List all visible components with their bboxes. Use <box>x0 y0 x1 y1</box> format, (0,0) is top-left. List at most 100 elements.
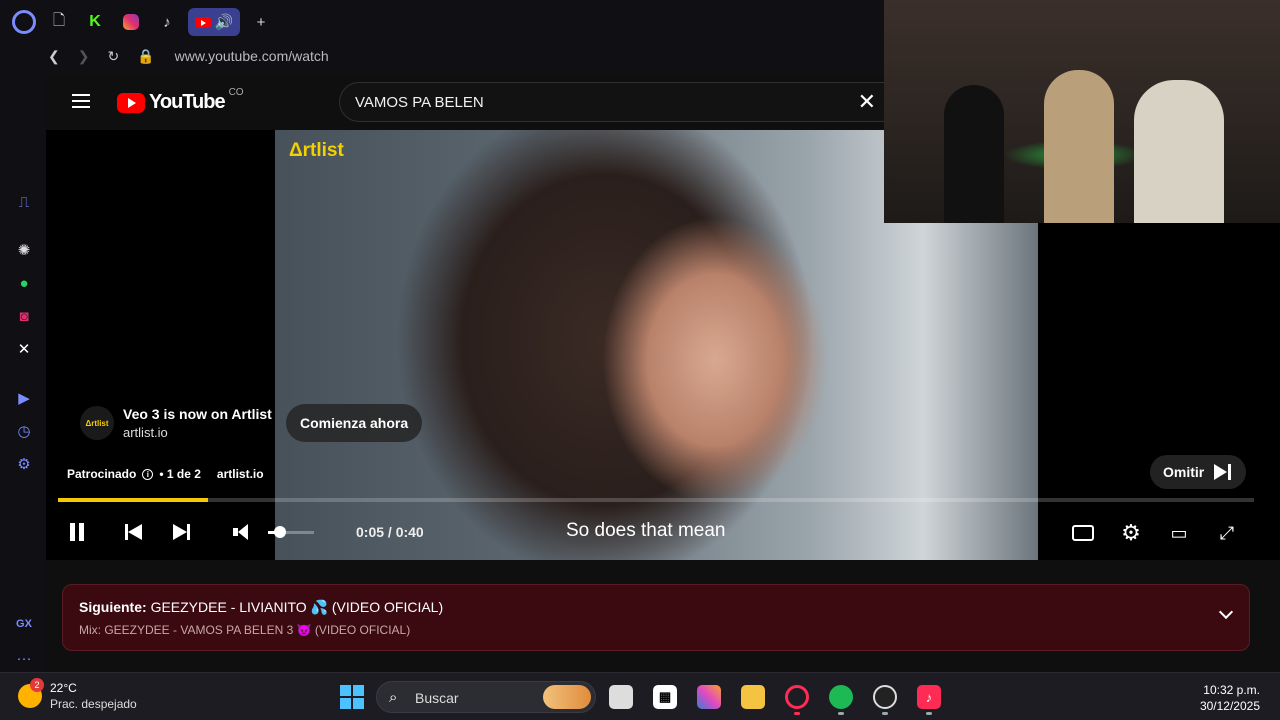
tiktok-icon[interactable]: ♪ <box>917 685 941 709</box>
opera-sidebar: ⎍ ✺ ● ◙ ✕ ▶ ◷ ⚙ GX ··· <box>0 0 48 672</box>
pause-button[interactable] <box>68 518 86 546</box>
tab-tiktok[interactable]: ♪ <box>152 8 182 36</box>
back-icon[interactable]: ❮ <box>48 48 60 65</box>
ad-meta: Patrocinado i • 1 de 2 artlist.io <box>67 467 264 481</box>
ad-cta-button[interactable]: Comienza ahora <box>286 404 423 442</box>
weather-icon: 2 <box>18 678 44 708</box>
tab-bar: 🗋 K ♪ 🔊 + <box>44 8 276 36</box>
history-icon[interactable]: ◷ <box>14 421 34 441</box>
ad-meta-domain[interactable]: artlist.io <box>217 467 264 481</box>
address-bar: ❮ ❯ ↻ 🔒 www.youtube.com/watch <box>48 44 329 68</box>
up-next-video: GEEZYDEE - LIVIANITO 💦 (VIDEO OFICIAL) <box>150 599 444 615</box>
up-next-label: Siguiente: <box>79 599 147 615</box>
temperature: 22°C <box>50 681 77 695</box>
player-icon[interactable]: ▶ <box>14 388 34 408</box>
opera-gx-icon[interactable] <box>785 685 809 709</box>
chevron-down-icon[interactable] <box>1218 604 1234 620</box>
clear-search-icon[interactable]: ✕ <box>858 89 876 115</box>
obs-icon[interactable] <box>873 685 897 709</box>
tab-youtube[interactable]: 🔊 <box>188 8 240 36</box>
captions-icon <box>1072 525 1094 541</box>
advertiser-logo: Δrtlist <box>80 406 114 440</box>
system-clock[interactable]: 10:32 p.m. 30/12/2025 <box>1200 682 1260 714</box>
ad-card[interactable]: Δrtlist Veo 3 is now on Artlist artlist.… <box>80 406 272 440</box>
game-controller-icon[interactable]: ⎍ <box>14 192 34 212</box>
clock-time: 10:32 p.m. <box>1203 683 1260 697</box>
new-tab-button[interactable]: + <box>246 8 276 36</box>
skip-ad-button[interactable]: Omitir <box>1150 455 1247 489</box>
notification-badge: 2 <box>30 678 44 692</box>
task-view-icon[interactable] <box>609 685 633 709</box>
fullscreen-icon[interactable]: ⤢ <box>1214 520 1240 546</box>
url-field[interactable]: www.youtube.com/watch <box>175 48 329 64</box>
spotify-icon[interactable] <box>829 685 853 709</box>
windows-taskbar: 2 22°C Prac. despejado ⌕ Buscar ▦ ♪ 10:3… <box>0 672 1280 720</box>
weather-condition: Prac. despejado <box>50 697 137 711</box>
youtube-wordmark: YouTube <box>149 91 226 113</box>
menu-icon[interactable] <box>72 94 90 108</box>
taskbar-search[interactable]: ⌕ Buscar <box>376 681 596 713</box>
theater-mode-icon[interactable]: ▭ <box>1166 520 1192 546</box>
more-icon[interactable]: ··· <box>14 648 34 668</box>
speaker-icon: 🔊 <box>214 14 234 31</box>
youtube-logo[interactable]: YouTube CO <box>117 87 244 114</box>
lock-icon: 🔒 <box>137 47 155 64</box>
volume-slider[interactable] <box>268 526 314 538</box>
whatsapp-icon[interactable]: ● <box>14 273 34 293</box>
up-next-title: Siguiente: GEEZYDEE - LIVIANITO 💦 (VIDEO… <box>79 599 443 616</box>
reload-icon[interactable]: ↻ <box>107 48 119 65</box>
instagram-icon <box>123 14 139 30</box>
up-next-mix: Mix: GEEZYDEE - VAMOS PA BELEN 3 👿 (VIDE… <box>79 623 411 637</box>
volume-knob[interactable] <box>273 526 286 538</box>
info-icon[interactable]: i <box>142 468 154 480</box>
progress-fill <box>58 498 208 502</box>
forward-icon[interactable]: ❯ <box>78 48 90 65</box>
tiktok-icon: ♪ <box>163 13 171 31</box>
webcam-person <box>1044 70 1114 223</box>
ad-title: Veo 3 is now on Artlist <box>123 406 272 422</box>
tab-document[interactable]: 🗋 <box>44 8 74 36</box>
settings-icon[interactable]: ⚙ <box>14 454 34 474</box>
webcam-person <box>944 85 1004 223</box>
youtube-play-icon <box>117 92 145 113</box>
subtitle-caption: So does that mean <box>566 520 726 541</box>
document-icon: 🗋 <box>52 11 66 29</box>
tab-instagram[interactable] <box>116 8 146 36</box>
skip-label: Omitir <box>1163 464 1205 480</box>
next-button[interactable] <box>170 518 192 546</box>
youtube-header: YouTube CO VAMOS PA BELEN ✕ <box>46 74 884 130</box>
youtube-icon <box>194 16 211 28</box>
store-icon[interactable]: ▦ <box>653 685 677 709</box>
weather-widget[interactable]: 2 22°C Prac. despejado <box>18 678 137 711</box>
gx-label[interactable]: GX <box>14 614 34 634</box>
settings-gear-icon[interactable]: ⚙ <box>1118 520 1144 546</box>
sponsored-label: Patrocinado <box>67 467 137 481</box>
ad-position: • 1 de 2 <box>159 467 201 481</box>
ad-watermark: Δrtlist <box>289 140 344 161</box>
search-query: VAMOS PA BELEN <box>355 94 484 111</box>
skip-next-icon <box>1214 464 1232 480</box>
search-input[interactable]: VAMOS PA BELEN ✕ <box>339 82 884 122</box>
start-icon[interactable] <box>340 685 364 709</box>
progress-bar[interactable] <box>58 498 1254 502</box>
volume-icon[interactable] <box>230 518 250 546</box>
captions-button[interactable] <box>1070 520 1096 546</box>
clock-date: 30/12/2025 <box>1199 699 1260 713</box>
x-icon[interactable]: ✕ <box>14 339 34 359</box>
player-controls: 0:05 / 0:40 So does that mean ⚙ ▭ ⤢ <box>46 512 1280 556</box>
taskbar-search-placeholder: Buscar <box>415 690 459 706</box>
instagram-icon[interactable]: ◙ <box>14 306 34 326</box>
up-next-bar[interactable]: Siguiente: GEEZYDEE - LIVIANITO 💦 (VIDEO… <box>62 584 1250 651</box>
webcam-person <box>1134 80 1224 223</box>
file-explorer-icon[interactable] <box>741 685 765 709</box>
kick-icon: K <box>89 13 101 30</box>
country-code: CO <box>228 87 244 98</box>
webcam-overlay <box>884 0 1280 223</box>
ad-domain: artlist.io <box>123 425 168 440</box>
previous-button[interactable] <box>122 518 144 546</box>
time-display: 0:05 / 0:40 <box>356 524 424 540</box>
m365-icon[interactable] <box>697 685 721 709</box>
search-highlight-image <box>543 685 591 709</box>
chatgpt-icon[interactable]: ✺ <box>14 240 34 260</box>
tab-kick[interactable]: K <box>80 8 110 36</box>
